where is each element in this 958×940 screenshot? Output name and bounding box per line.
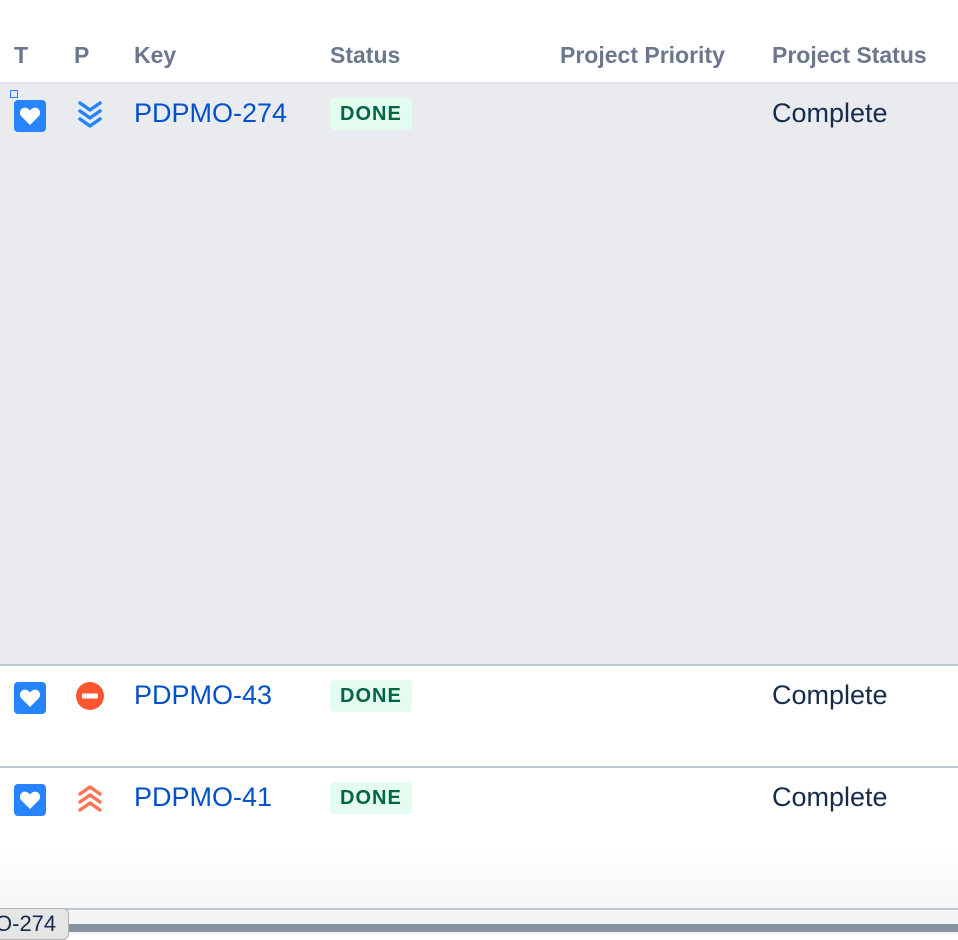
project-status-value: Complete — [772, 782, 888, 812]
issue-key-link[interactable]: PDPMO-41 — [134, 782, 272, 813]
heart-icon — [14, 100, 46, 132]
table-header: T P Key Status Project Priority Project … — [0, 0, 958, 84]
scrollbar-thumb[interactable] — [0, 924, 958, 932]
issue-key-link[interactable]: PDPMO-43 — [134, 680, 272, 711]
status-lozenge: DONE — [330, 680, 412, 712]
column-header-project-status[interactable]: Project Status — [772, 42, 927, 69]
blocker-priority-icon — [76, 682, 104, 710]
highest-priority-icon — [78, 785, 102, 812]
issue-key-link[interactable]: PDPMO-274 — [134, 98, 287, 129]
scroll-fade — [0, 850, 958, 910]
heart-icon — [14, 682, 46, 714]
table-row[interactable]: PDPMO-274 DONE Complete — [0, 84, 958, 666]
lowest-priority-icon — [78, 101, 102, 128]
column-header-project-priority[interactable]: Project Priority — [560, 42, 725, 69]
project-status-value: Complete — [772, 680, 888, 710]
row-focus-indicator — [10, 90, 18, 98]
status-lozenge: DONE — [330, 98, 412, 130]
project-status-value: Complete — [772, 98, 888, 128]
key-tooltip: O-274 — [0, 908, 70, 940]
heart-icon — [14, 784, 46, 816]
column-header-priority[interactable]: P — [74, 42, 89, 69]
column-header-type[interactable]: T — [14, 42, 28, 69]
column-header-status[interactable]: Status — [330, 42, 400, 69]
status-lozenge: DONE — [330, 782, 412, 814]
column-header-key[interactable]: Key — [134, 42, 176, 69]
table-row[interactable]: PDPMO-43 DONE Complete — [0, 666, 958, 768]
